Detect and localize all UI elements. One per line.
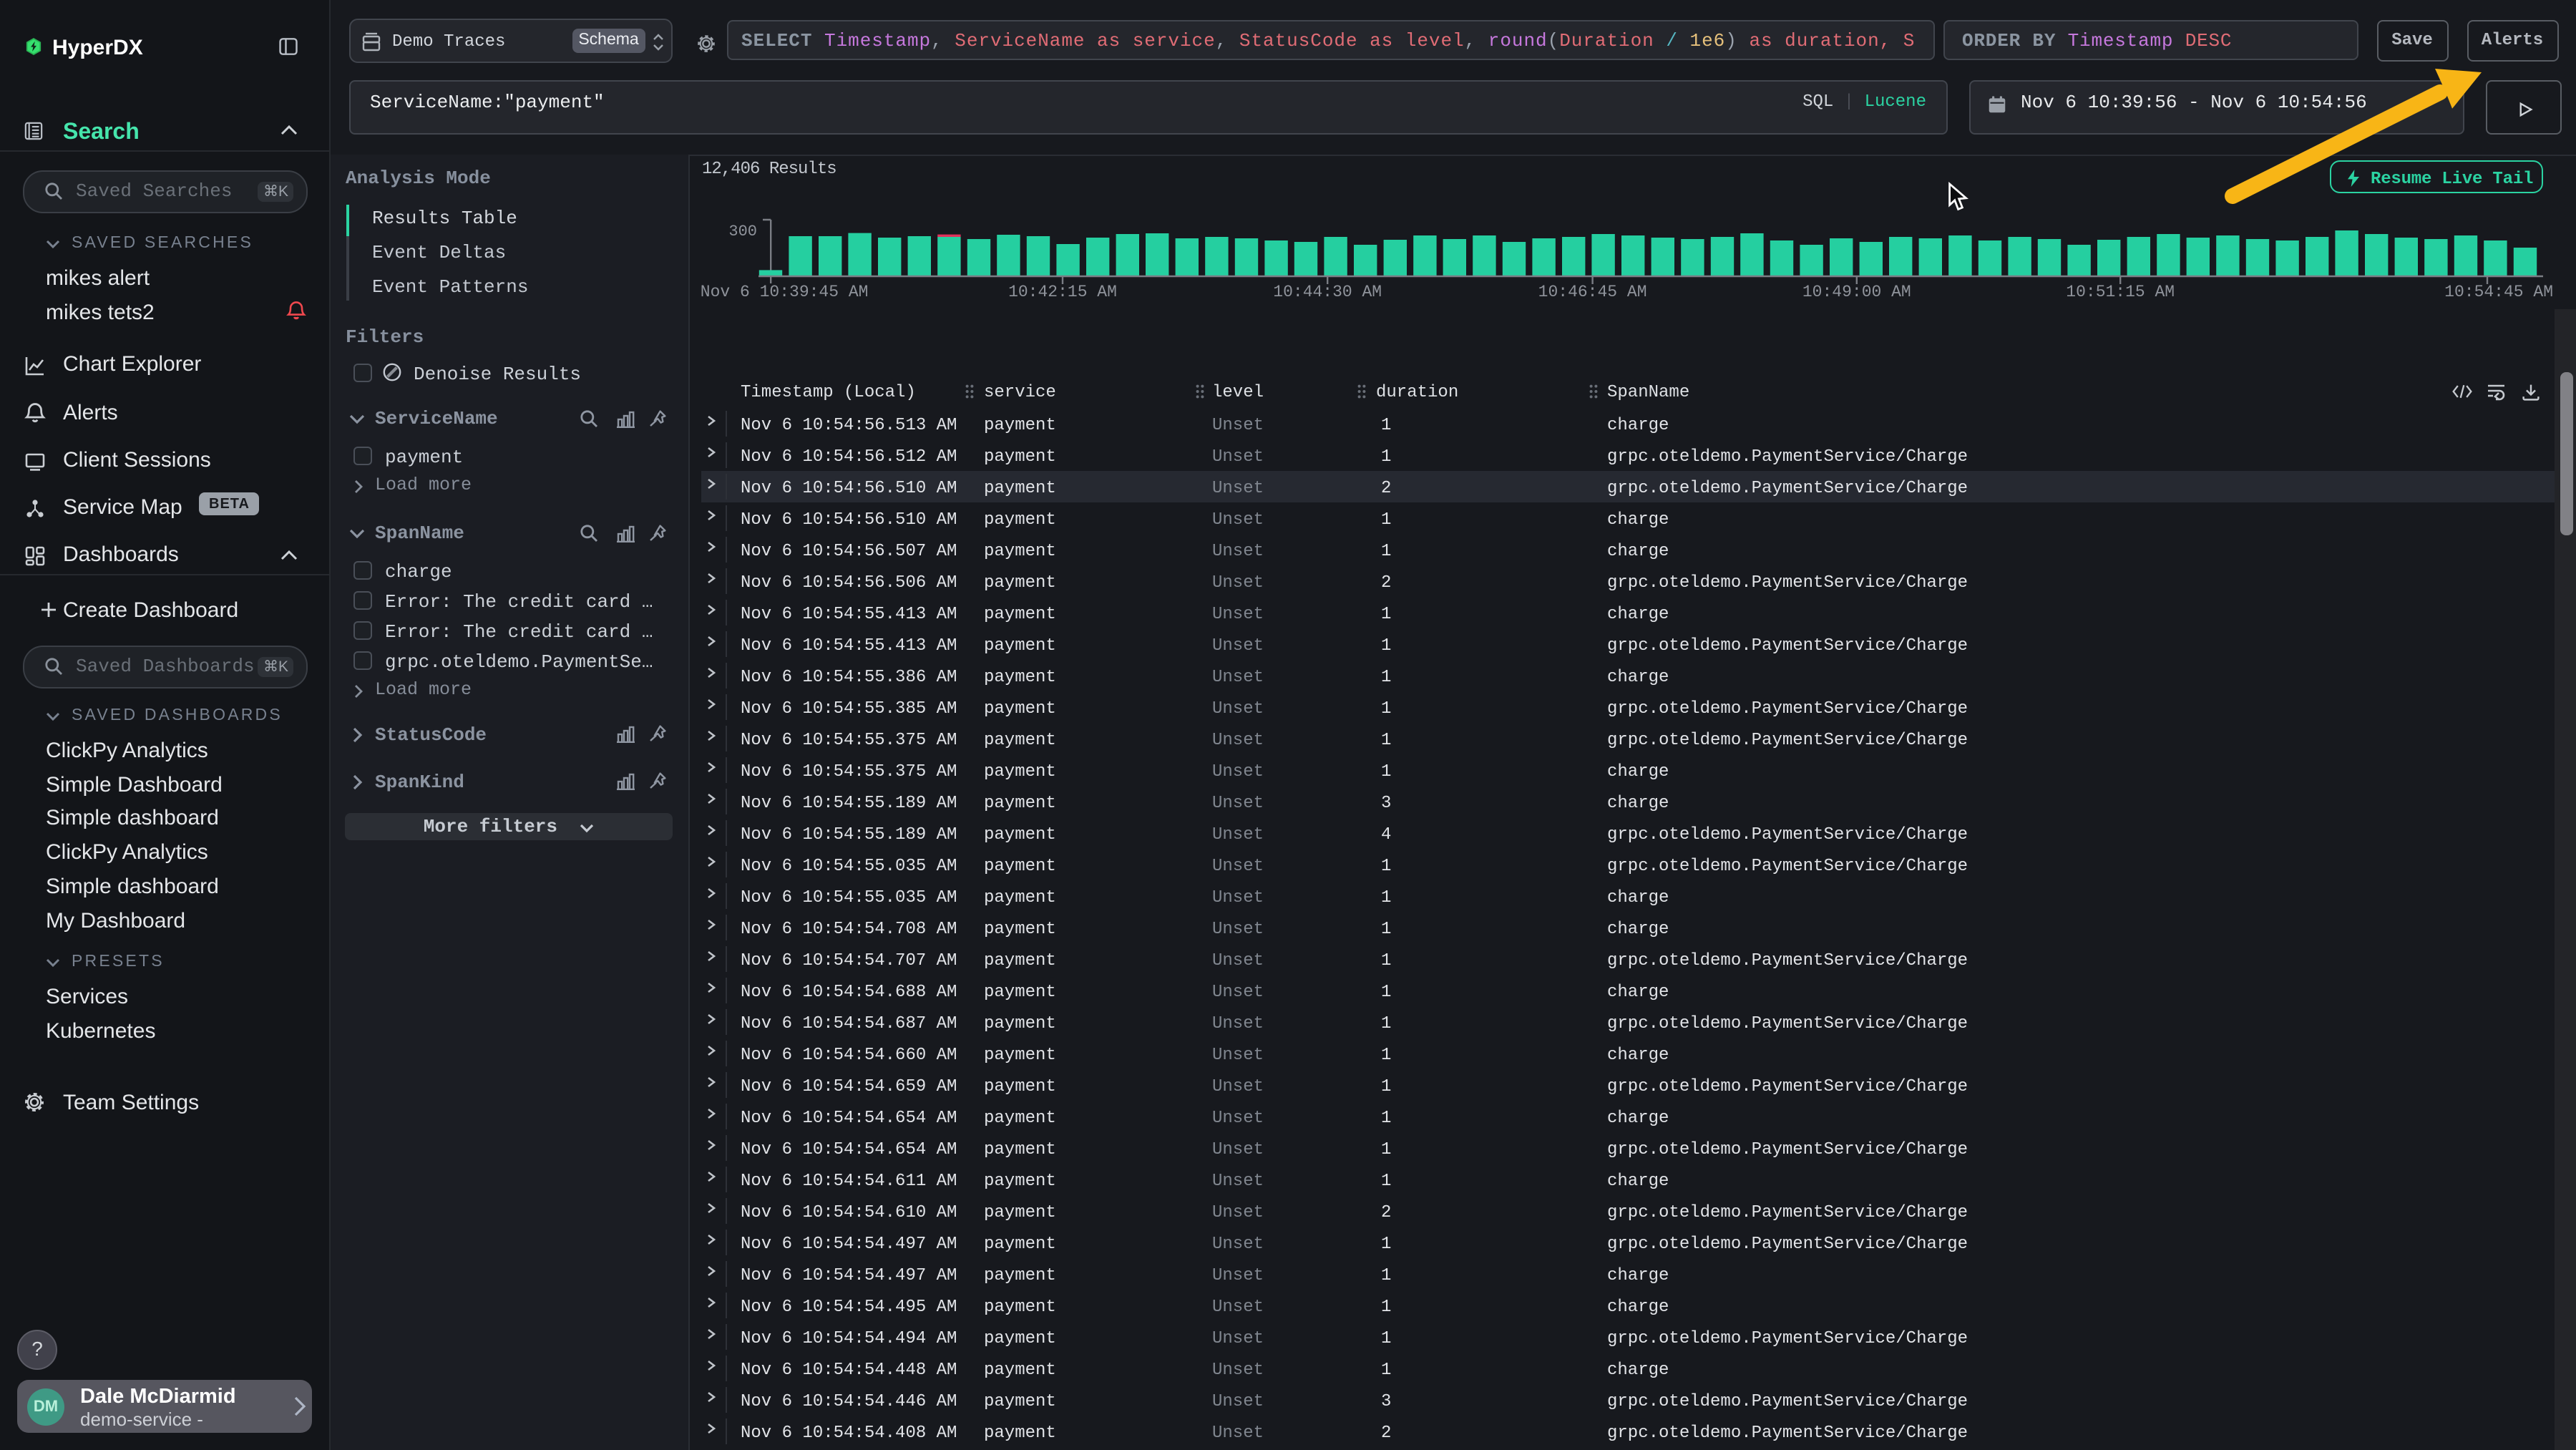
svg-text:10:46:45 AM: 10:46:45 AM [1538, 283, 1647, 301]
svg-text:10:51:15 AM: 10:51:15 AM [2066, 283, 2175, 301]
svg-text:10:54:45 AM: 10:54:45 AM [2444, 283, 2553, 301]
svg-text:10:49:00 AM: 10:49:00 AM [1802, 283, 1911, 301]
svg-text:10:44:30 AM: 10:44:30 AM [1273, 283, 1382, 301]
svg-text:300: 300 [728, 223, 757, 240]
svg-text:Nov 6 10:39:45 AM: Nov 6 10:39:45 AM [701, 283, 869, 301]
svg-text:10:42:15 AM: 10:42:15 AM [1008, 283, 1117, 301]
